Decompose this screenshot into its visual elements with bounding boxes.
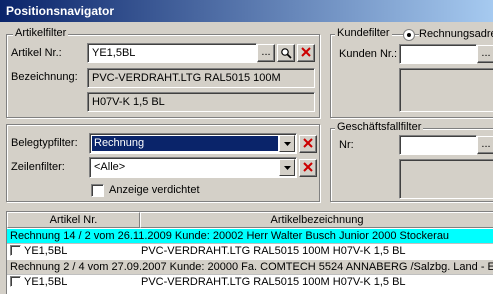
zeilen-dropdown-arrow[interactable] bbox=[279, 159, 295, 176]
nr-label: Nr: bbox=[339, 139, 354, 151]
table-row[interactable]: YE1,5BL PVC-VERDRAHT.LTG RAL5015 100M H0… bbox=[7, 275, 493, 290]
artikel-browse-button[interactable]: ... bbox=[257, 44, 275, 62]
kunden-info-box bbox=[399, 68, 493, 112]
artikelfilter-group: Artikelfilter Artikel Nr.: YE1,5BL ... B… bbox=[6, 27, 320, 118]
row-artikel: YE1,5BL bbox=[24, 276, 68, 288]
window-title: Positionsnavigator bbox=[0, 0, 493, 22]
geschaeftsfall-info-box bbox=[399, 159, 493, 199]
positions-grid[interactable]: Artikel Nr. Artikelbezeichnung Rechnung … bbox=[6, 211, 493, 294]
row-checkbox[interactable] bbox=[10, 276, 21, 287]
kundefilter-title: Kundefilter bbox=[335, 27, 392, 39]
verdichtet-checkbox[interactable] bbox=[91, 184, 104, 197]
table-row[interactable]: YE1,5BL PVC-VERDRAHT.LTG RAL5015 100M H0… bbox=[7, 244, 493, 259]
row-artikel: YE1,5BL bbox=[24, 245, 68, 257]
belegtyp-label: Belegtypfilter: bbox=[11, 137, 78, 149]
delete-x-icon bbox=[303, 138, 313, 148]
verdichtet-label: Anzeige verdichtet bbox=[109, 184, 200, 196]
column-header-bezeichnung[interactable]: Artikelbezeichnung bbox=[140, 212, 493, 228]
row-checkbox[interactable] bbox=[10, 245, 21, 256]
nr-browse-button[interactable]: ... bbox=[477, 136, 493, 154]
zeilen-clear-button[interactable] bbox=[299, 159, 317, 177]
artikelfilter-title: Artikelfilter bbox=[13, 27, 69, 39]
belegtyp-select[interactable]: Rechnung bbox=[89, 133, 297, 154]
artikel-search-button[interactable] bbox=[277, 44, 295, 62]
navigator-panel: Artikelfilter Artikel Nr.: YE1,5BL ... B… bbox=[0, 22, 493, 294]
chevron-down-icon bbox=[283, 142, 291, 146]
rechnungsadresse-label: Rechnungsadre bbox=[419, 28, 493, 40]
belegtyp-clear-button[interactable] bbox=[299, 135, 317, 153]
nr-input[interactable] bbox=[399, 135, 477, 155]
geschaeftsfall-group: Geschäftsfallfilter Nr: ... bbox=[330, 121, 493, 202]
column-header-artikel[interactable]: Artikel Nr. bbox=[7, 212, 140, 228]
kunden-label: Kunden Nr.: bbox=[339, 48, 398, 60]
delete-x-icon bbox=[303, 162, 313, 172]
artikel-label: Artikel Nr.: bbox=[11, 47, 62, 59]
bezeichnung-label: Bezeichnung: bbox=[11, 71, 78, 83]
zeilen-label: Zeilenfilter: bbox=[11, 161, 65, 173]
belegtyp-value: Rechnung bbox=[91, 135, 279, 152]
chevron-down-icon bbox=[283, 166, 291, 170]
group-row[interactable]: Rechnung 14 / 2 vom 26.11.2009 Kunde: 20… bbox=[7, 229, 493, 244]
delete-x-icon bbox=[301, 47, 311, 57]
rechnungsadresse-radio[interactable] bbox=[403, 29, 415, 41]
group-row[interactable]: Rechnung 2 / 4 vom 27.09.2007 Kunde: 200… bbox=[7, 260, 493, 275]
row-bezeichnung: PVC-VERDRAHT.LTG RAL5015 100M H07V-K 1,5… bbox=[141, 245, 406, 257]
bezeichnung-line1: PVC-VERDRAHT.LTG RAL5015 100M bbox=[87, 68, 315, 88]
kunden-browse-button[interactable]: ... bbox=[477, 45, 493, 63]
zeilen-value: <Alle> bbox=[94, 161, 126, 173]
artikel-input[interactable]: YE1,5BL bbox=[87, 43, 257, 63]
kunden-input[interactable] bbox=[399, 44, 477, 64]
zeilen-select[interactable]: <Alle> bbox=[89, 157, 297, 178]
geschaeftsfall-title: Geschäftsfallfilter bbox=[335, 121, 424, 133]
kundefilter-group: Kundefilter Rechnungsadre Kunden Nr.: ..… bbox=[330, 27, 493, 118]
belegtyp-dropdown-arrow[interactable] bbox=[279, 135, 295, 152]
artikel-clear-button[interactable] bbox=[297, 44, 315, 62]
bezeichnung-line2: H07V-K 1,5 BL bbox=[87, 92, 315, 112]
belegfilter-group: Belegtypfilter: Rechnung Zeilenfilter: <… bbox=[6, 124, 320, 202]
magnifier-icon bbox=[281, 48, 292, 59]
row-bezeichnung: PVC-VERDRAHT.LTG RAL5015 100M H07V-K 1,5… bbox=[141, 276, 406, 288]
